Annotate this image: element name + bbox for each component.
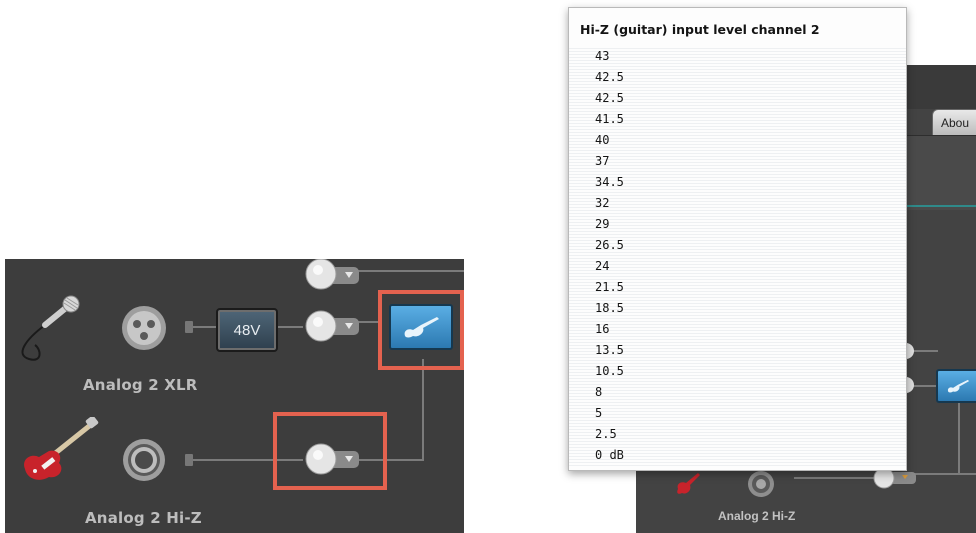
menu-title: Hi-Z (guitar) input level channel 2: [580, 22, 820, 37]
phantom-power-label: 48V: [233, 321, 261, 339]
level-options-list: 43 42.5 42.5 41.5 40 37 34.5 32 29 26.5 …: [569, 46, 906, 466]
electric-guitar-icon: [674, 469, 704, 499]
quarter-inch-jack-icon: [119, 435, 169, 485]
highlight-box-hiz-knob: [273, 412, 387, 490]
signal-wire: [958, 401, 960, 473]
tab-about[interactable]: Abou: [932, 109, 976, 135]
menu-item-level[interactable]: 18.5: [569, 298, 906, 319]
menu-item-level[interactable]: 5: [569, 403, 906, 424]
input-knob-top[interactable]: [301, 259, 363, 295]
menu-item-level[interactable]: 24: [569, 256, 906, 277]
xlr-connector-icon: [119, 303, 169, 353]
menu-item-level[interactable]: 2.5: [569, 424, 906, 445]
signal-wire: [350, 270, 464, 272]
analog-2-hiz-label-small: Analog 2 Hi-Z: [718, 509, 796, 523]
menu-item-level[interactable]: 26.5: [569, 235, 906, 256]
menu-item-level[interactable]: 34.5: [569, 172, 906, 193]
signal-wire: [794, 477, 874, 479]
phantom-power-48v-button[interactable]: 48V: [216, 308, 278, 352]
analog-2-xlr-label: Analog 2 XLR: [83, 376, 198, 394]
quarter-inch-jack-icon: [746, 469, 776, 499]
connector-port: [185, 321, 193, 333]
hiz-guitar-button-small[interactable]: [936, 369, 976, 403]
input-level-popup-menu: Hi-Z (guitar) input level channel 2 43 4…: [568, 7, 907, 471]
menu-item-level[interactable]: 40: [569, 130, 906, 151]
menu-item-level[interactable]: 42.5: [569, 67, 906, 88]
microphone-icon: [15, 295, 85, 365]
input-knob-xlr[interactable]: [301, 309, 363, 345]
menu-item-level[interactable]: 16: [569, 319, 906, 340]
analog-2-hiz-label: Analog 2 Hi-Z: [85, 509, 202, 527]
menu-item-level[interactable]: 43: [569, 46, 906, 67]
menu-item-level[interactable]: 8: [569, 382, 906, 403]
menu-item-level[interactable]: 41.5: [569, 109, 906, 130]
menu-item-level[interactable]: 13.5: [569, 340, 906, 361]
guitar-icon: [947, 379, 970, 393]
connector-port: [185, 454, 193, 466]
signal-wire: [191, 326, 217, 328]
menu-item-level[interactable]: 21.5: [569, 277, 906, 298]
menu-item-level[interactable]: 32: [569, 193, 906, 214]
menu-item-level[interactable]: 29: [569, 214, 906, 235]
menu-item-level[interactable]: 37: [569, 151, 906, 172]
menu-item-level[interactable]: 42.5: [569, 88, 906, 109]
routing-panel-left: 48V Analog 2 XLR Analog 2 Hi-Z: [5, 259, 464, 533]
menu-item-level[interactable]: 0 dB: [569, 445, 906, 466]
signal-wire: [422, 359, 424, 459]
menu-item-level[interactable]: 10.5: [569, 361, 906, 382]
tab-about-label: Abou: [941, 116, 970, 130]
highlight-box-guitar-button: [378, 290, 464, 370]
electric-guitar-icon: [19, 415, 99, 487]
